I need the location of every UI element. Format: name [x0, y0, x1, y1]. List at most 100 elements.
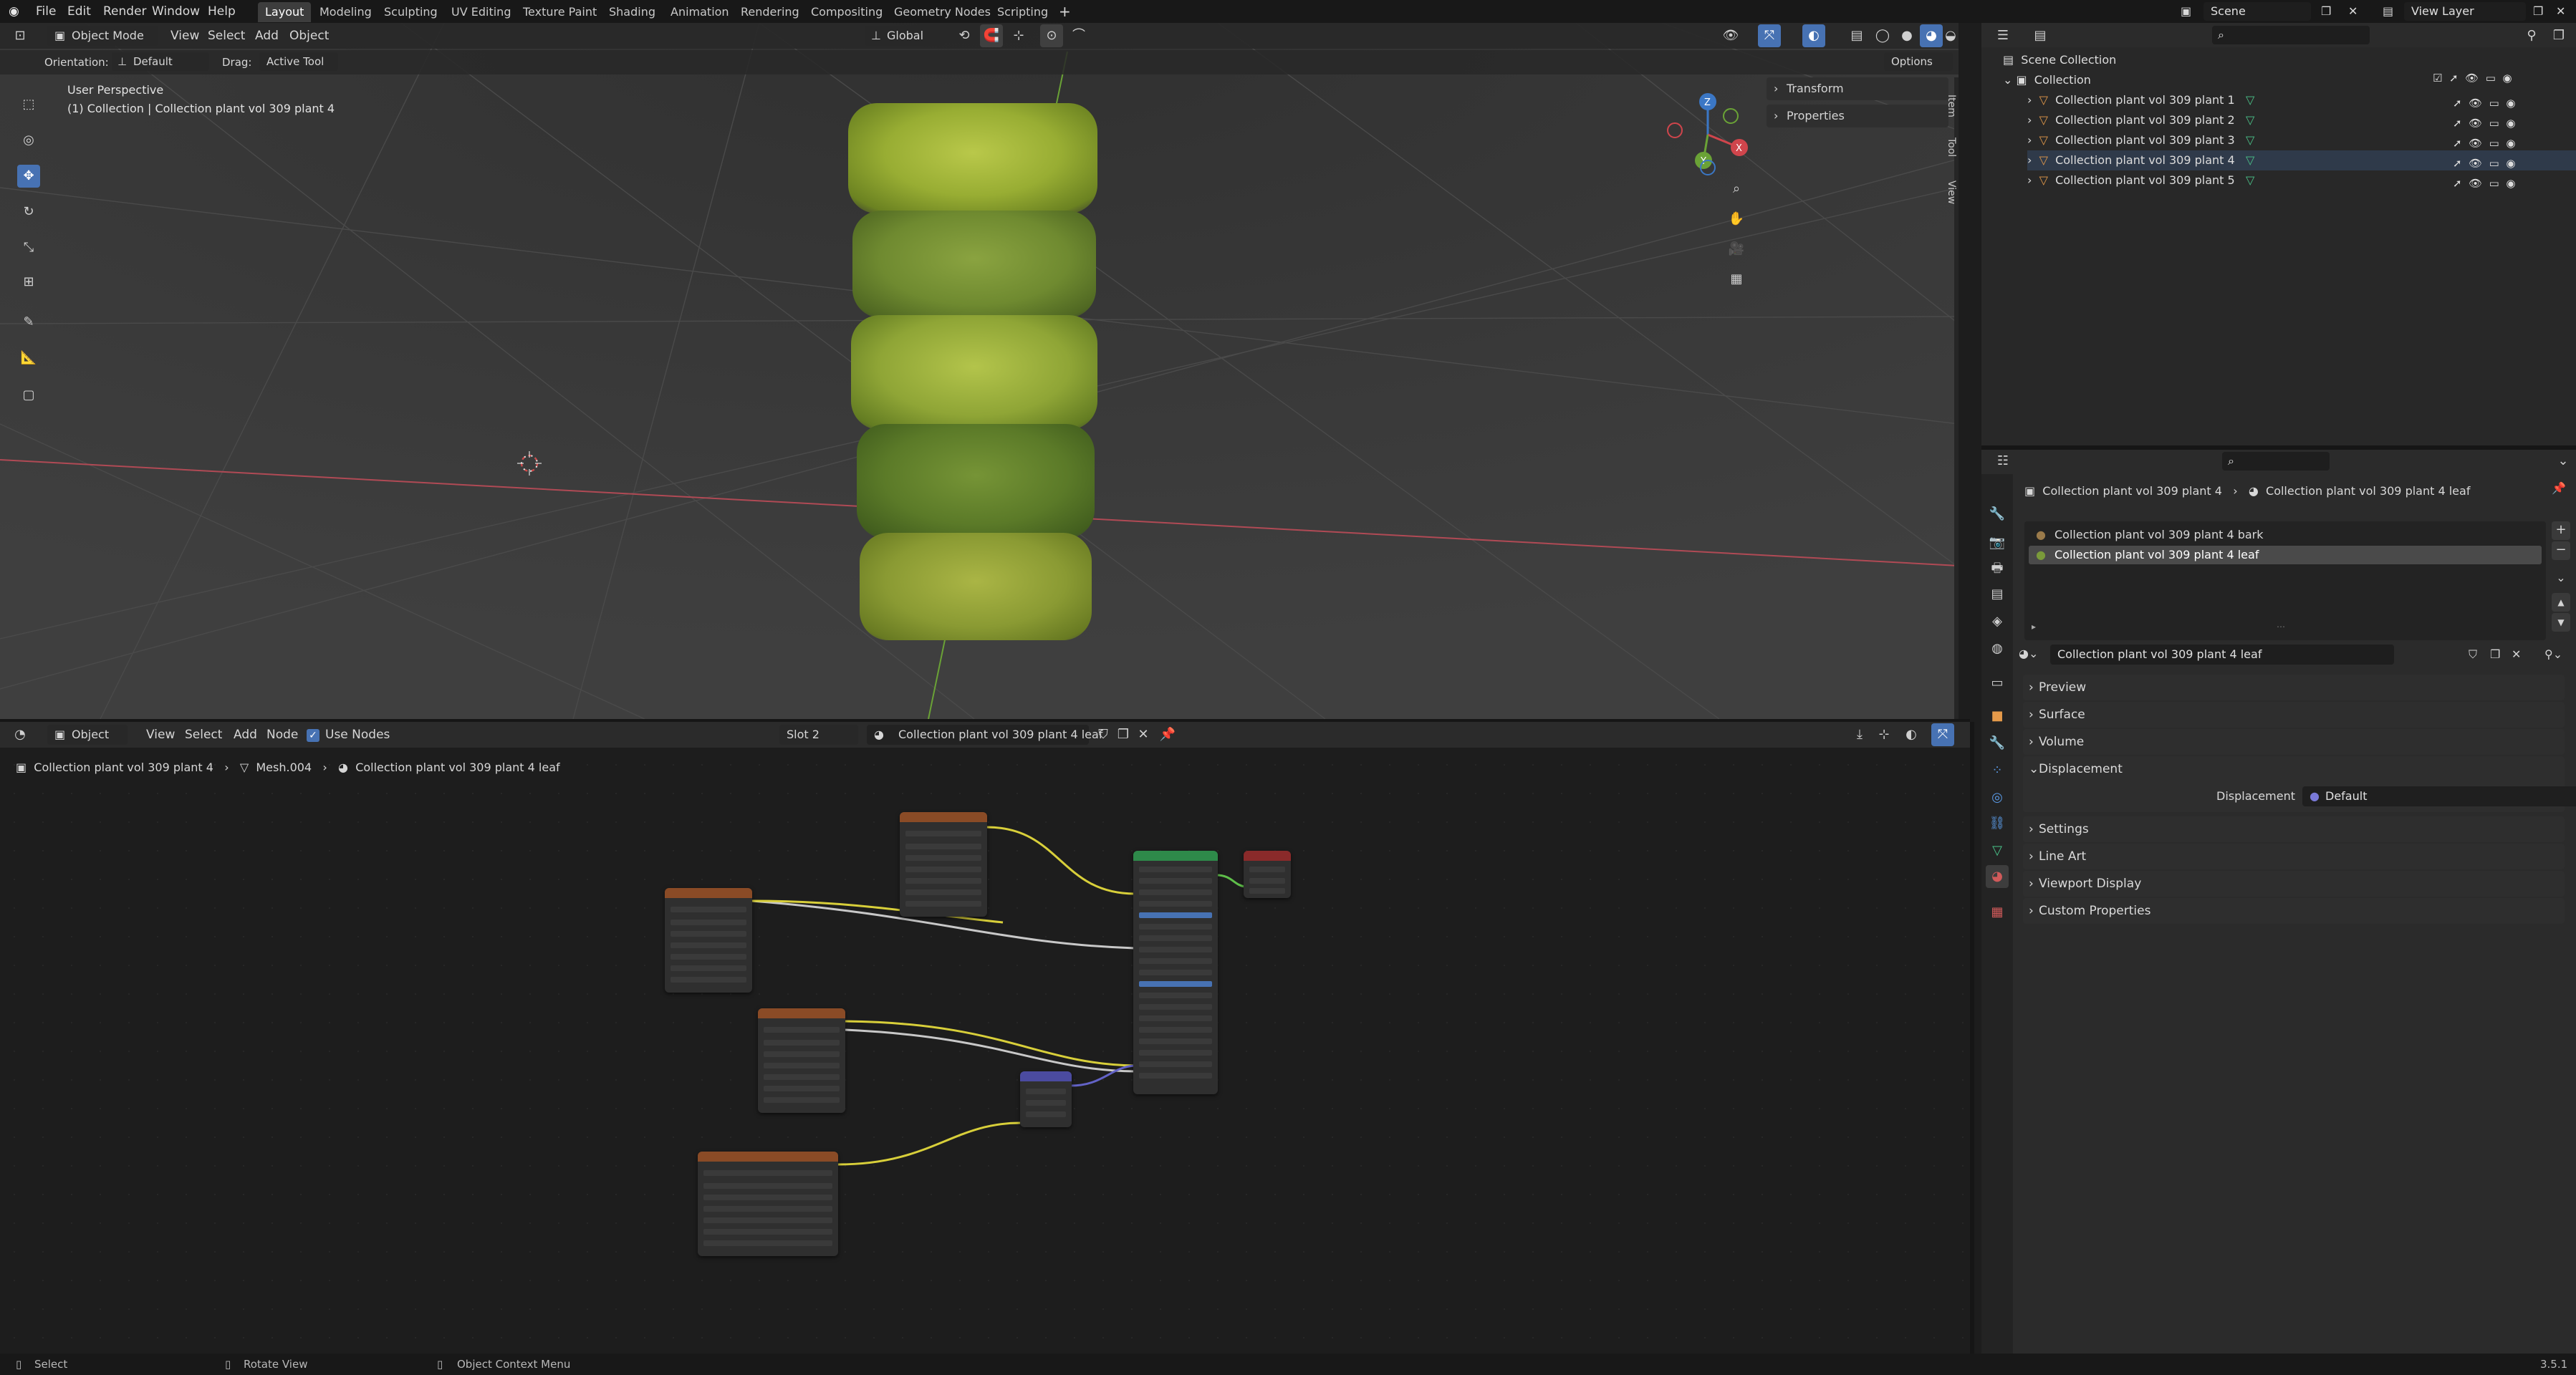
viewport-menu-select[interactable]: Select [208, 26, 245, 46]
editor-type-properties-icon[interactable]: ☷ [1991, 450, 2014, 473]
texture-tab-icon[interactable]: ▦ [1986, 901, 2009, 924]
render-tab-icon[interactable]: 📷 [1986, 531, 2009, 554]
node-snap-mode-icon[interactable]: ⊹ [1873, 723, 1895, 746]
material-selector[interactable]: ◕ Collection plant vol 309 plant 4 leaf [867, 725, 1102, 745]
displacement-dropdown[interactable]: ● Default [2302, 786, 2576, 806]
node-header[interactable] [758, 1008, 845, 1018]
item-toggle-row[interactable]: ➚ 👁 ▭ ◉ [2453, 153, 2515, 173]
node-editor[interactable]: ◔ ▣ Object View Select Add Node ✓ Use Nod… [0, 722, 1970, 1354]
transform-tool-icon[interactable]: ⊞ [17, 271, 40, 294]
menu-window[interactable]: Window [152, 0, 200, 23]
display-mode-icon[interactable]: ▤ [2029, 24, 2052, 47]
output-tab-icon[interactable]: 🖶 [1986, 557, 2009, 580]
material-slot-bark[interactable]: ● Collection plant vol 309 plant 4 bark [2029, 526, 2542, 544]
image-texture-node-4[interactable] [698, 1152, 838, 1256]
navigation-gizmo[interactable]: Z X Y [1662, 89, 1751, 178]
area-splitter-vertical[interactable] [1970, 722, 1974, 1354]
tool-tab-icon[interactable]: 🔧 [1986, 503, 2009, 526]
material-slot-leaf[interactable]: ● Collection plant vol 309 plant 4 leaf [2029, 546, 2542, 564]
tab-rendering[interactable]: Rendering [734, 2, 807, 22]
material-shading-icon[interactable]: ◕ [1920, 24, 1943, 47]
tab-uv-editing[interactable]: UV Editing [444, 2, 518, 22]
viewport-icon[interactable]: ▭ [2486, 72, 2496, 85]
panel-custom-properties[interactable]: › Custom Properties [2023, 898, 2565, 924]
orientation-dropdown[interactable]: ⊥ Default [112, 52, 209, 71]
view-layer-tab-icon[interactable]: ▤ [1986, 583, 2009, 606]
drag-dropdown[interactable]: Active Tool [259, 52, 338, 71]
unlink-material-icon[interactable]: ✕ [1132, 723, 1155, 746]
pin-icon[interactable]: 📌 [1156, 723, 1179, 746]
particles-tab-icon[interactable]: ⁘ [1986, 759, 2009, 782]
cursor-tool-icon[interactable]: ◎ [17, 129, 40, 152]
camera-view-icon[interactable]: 🎥 [1725, 238, 1748, 261]
list-expand-icon[interactable]: ▸ [2032, 622, 2036, 632]
xray-icon[interactable]: ▤ [1845, 24, 1868, 47]
item-toggle-row[interactable]: ➚ 👁 ▭ ◉ [2453, 113, 2515, 133]
transform-orientation-dropdown[interactable]: ⊥ Global [865, 26, 944, 46]
add-slot-icon[interactable]: + [2552, 521, 2570, 540]
material-name-field[interactable]: Collection plant vol 309 plant 4 leaf [2050, 645, 2394, 665]
properties-panel[interactable]: › Properties [1767, 105, 1948, 127]
panel-volume[interactable]: › Volume [2023, 729, 2565, 755]
visibility-icon[interactable]: 👁 [1719, 24, 1742, 47]
node-menu-view[interactable]: View [146, 725, 175, 745]
tab-scripting[interactable]: Scripting [990, 2, 1055, 22]
scene-tab-icon[interactable]: ◈ [1986, 610, 2009, 633]
shader-type-dropdown[interactable]: ▣ Object [47, 725, 128, 745]
image-texture-node-3[interactable] [758, 1008, 845, 1113]
rotate-tool-icon[interactable]: ↻ [17, 201, 40, 223]
snap-target-icon[interactable]: ⊹ [1007, 24, 1030, 47]
viewport-menu-object[interactable]: Object [289, 26, 329, 46]
zoom-icon[interactable]: ⌕ [1725, 178, 1748, 201]
move-down-icon[interactable]: ▼ [2552, 613, 2570, 632]
outliner[interactable]: ☰ ▤ ⌕ ⚲ ❐ ▤ Scene Collection ⌄ ▣ Collect… [1981, 23, 2576, 445]
snap-icon[interactable]: 🧲 [980, 24, 1003, 47]
tab-sculpting[interactable]: Sculpting [377, 2, 445, 22]
item-toggle-row[interactable]: ➚ 👁 ▭ ◉ [2453, 133, 2515, 153]
plant-2[interactable] [857, 424, 1095, 539]
camera-icon[interactable]: ◉ [2502, 72, 2512, 85]
options-dropdown[interactable]: Options [1884, 52, 1953, 71]
pivot-icon[interactable]: ⟲ [953, 24, 976, 47]
outliner-search[interactable]: ⌕ [2212, 26, 2370, 44]
use-nodes-checkbox[interactable]: ✓ [307, 729, 319, 742]
move-tool-icon[interactable]: ✥ [17, 165, 40, 188]
options-chevron-icon[interactable]: ⌄ [2552, 450, 2575, 473]
image-texture-node-2[interactable] [665, 888, 752, 993]
editor-type-3d-icon[interactable]: ⊡ [9, 24, 32, 47]
plant-4[interactable] [852, 211, 1096, 318]
panel-surface[interactable]: › Surface [2023, 702, 2565, 728]
editor-type-shader-icon[interactable]: ◔ [9, 723, 32, 746]
node-header[interactable] [900, 812, 987, 822]
tab-geometry-nodes[interactable]: Geometry Nodes [887, 2, 998, 22]
pin-icon[interactable]: 📌 [2552, 481, 2566, 495]
unlink-material-icon[interactable]: ✕ [2512, 645, 2521, 665]
slot-specials-icon[interactable]: ⌄ [2552, 569, 2570, 587]
gizmo-toggle-icon[interactable]: ⤧ [1758, 24, 1781, 47]
material-filter-icon[interactable]: ⚲⌄ [2544, 645, 2562, 665]
selectable-icon[interactable]: ➚ [2449, 72, 2459, 85]
rendered-shading-icon[interactable]: ◒ [1943, 24, 1959, 47]
annotate-tool-icon[interactable]: ✎ [17, 311, 40, 334]
panel-line-art[interactable]: › Line Art [2023, 844, 2565, 869]
measure-tool-icon[interactable]: 📐 [17, 347, 40, 370]
list-resize-handle-icon[interactable]: ⋯ [2277, 622, 2285, 632]
remove-slot-icon[interactable]: − [2552, 541, 2570, 560]
menu-file[interactable]: File [36, 0, 56, 23]
data-tab-icon[interactable]: ▽ [1986, 839, 2009, 862]
collection-tab-icon[interactable]: ▭ [1986, 672, 2009, 695]
item-toggle-row[interactable]: ➚ 👁 ▭ ◉ [2453, 173, 2515, 193]
checkbox-icon[interactable]: ☑ [2433, 72, 2442, 85]
properties-editor[interactable]: ☷ ⌕ ⌄ 🔧 📷 🖶 ▤ ◈ ◍ ▭ ■ 🔧 ⁘ ◎ ⛓ ▽ ◕ ▦ ▣ Co… [1981, 450, 2576, 1354]
new-material-icon[interactable]: ❐ [2490, 645, 2500, 665]
menu-render[interactable]: Render [103, 0, 147, 23]
tab-shading[interactable]: Shading [602, 2, 663, 22]
mode-dropdown[interactable]: ▣ Object Mode [47, 26, 158, 46]
viewport-menu-view[interactable]: View [170, 26, 199, 46]
item-toggle-row[interactable]: ➚ 👁 ▭ ◉ [2453, 93, 2515, 113]
tab-animation[interactable]: Animation [663, 2, 736, 22]
editor-type-outliner-icon[interactable]: ☰ [1991, 24, 2014, 47]
panel-preview[interactable]: › Preview [2023, 675, 2565, 700]
node-header[interactable] [1133, 851, 1218, 861]
scene-delete-icon[interactable]: ✕ [2348, 0, 2358, 23]
